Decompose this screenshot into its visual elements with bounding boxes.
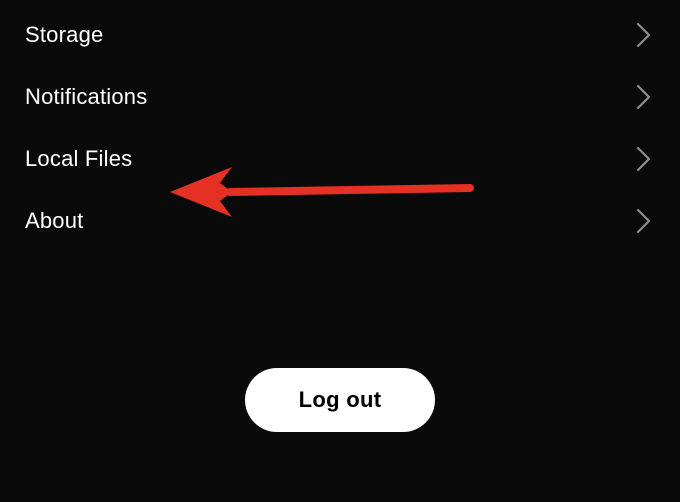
menu-item-label: Local Files	[25, 146, 132, 172]
menu-item-about[interactable]: About	[0, 190, 680, 252]
logout-button[interactable]: Log out	[245, 368, 436, 432]
menu-item-label: Storage	[25, 22, 103, 48]
menu-item-notifications[interactable]: Notifications	[0, 66, 680, 128]
chevron-right-icon	[636, 22, 652, 48]
chevron-right-icon	[636, 146, 652, 172]
menu-item-local-files[interactable]: Local Files	[0, 128, 680, 190]
menu-item-label: Notifications	[25, 84, 147, 110]
chevron-right-icon	[636, 208, 652, 234]
menu-item-label: About	[25, 208, 84, 234]
menu-item-storage[interactable]: Storage	[0, 4, 680, 66]
chevron-right-icon	[636, 84, 652, 110]
settings-menu-list: Storage Notifications Local Files About	[0, 0, 680, 252]
logout-container: Log out	[0, 368, 680, 432]
